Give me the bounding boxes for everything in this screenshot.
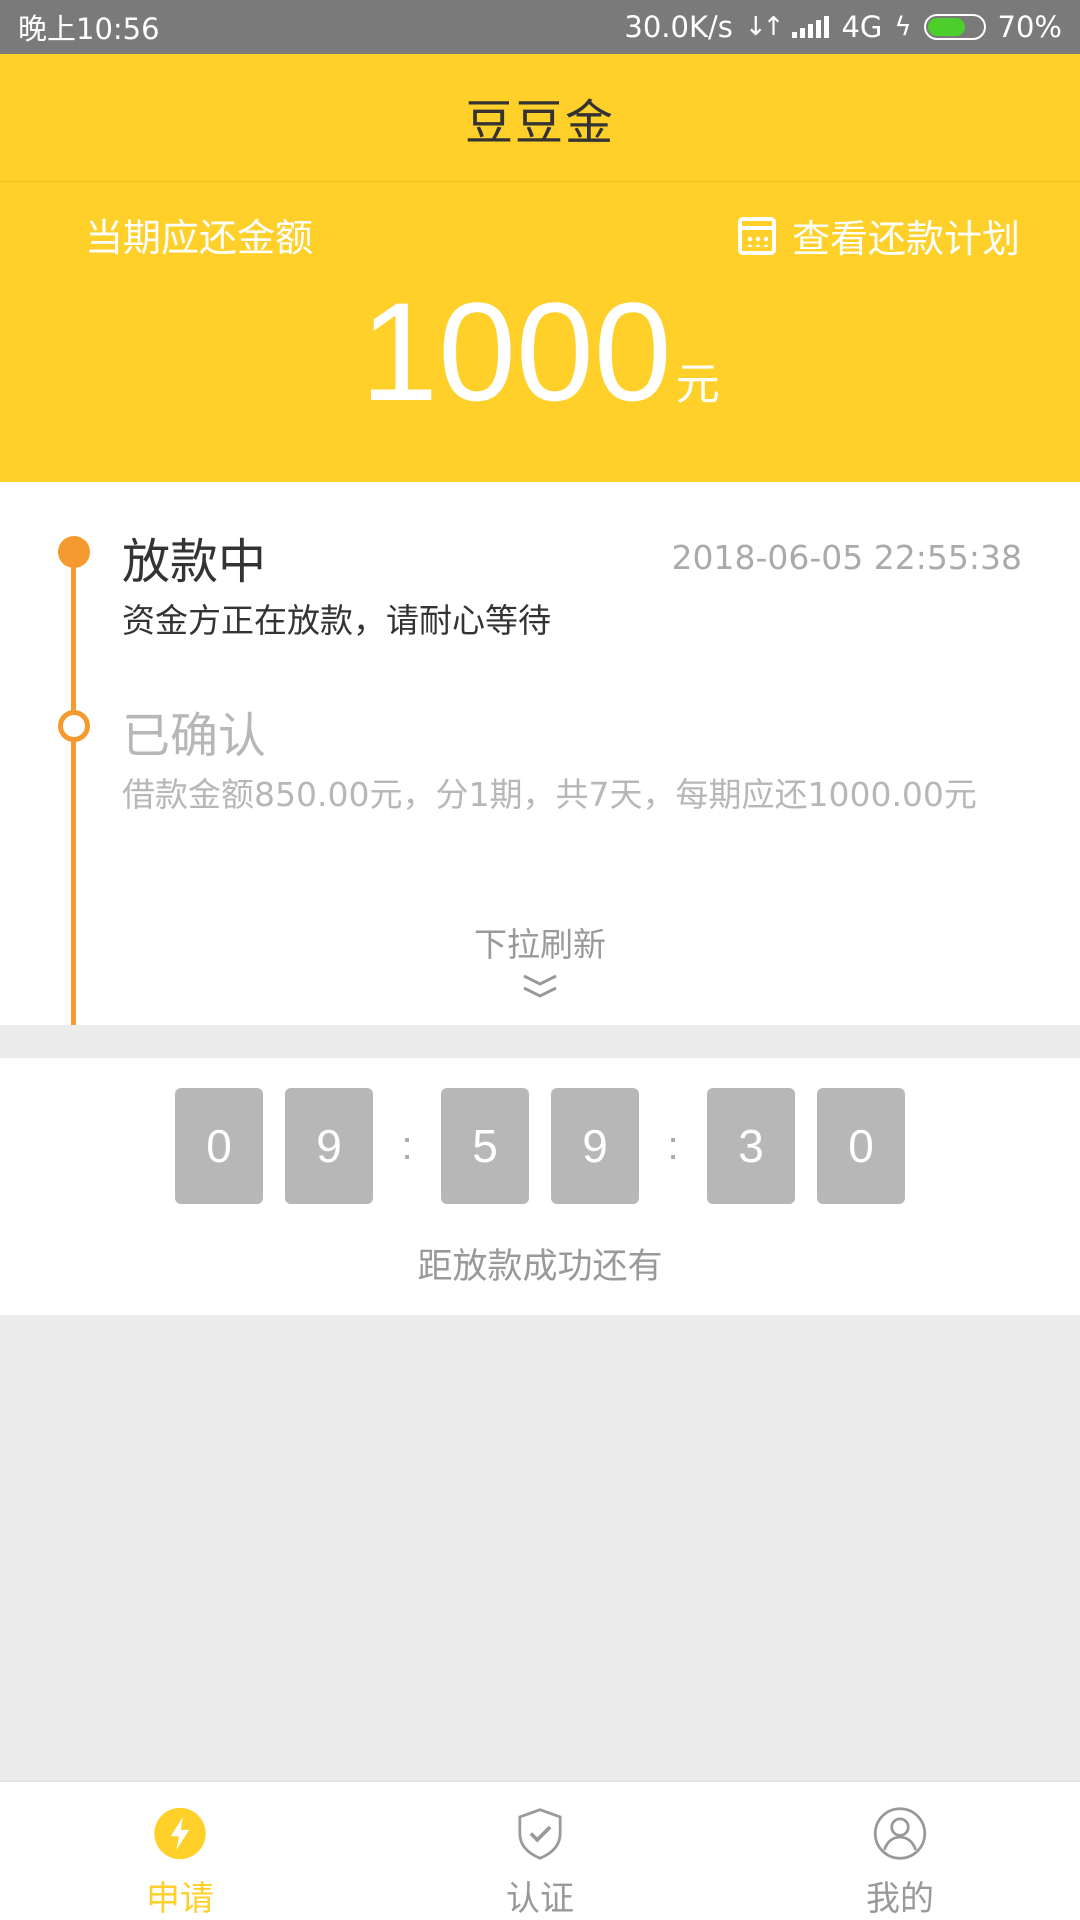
amount-unit: 元 [675, 359, 720, 410]
nav-label-mine: 我的 [866, 1879, 934, 1919]
countdown-separator: : [667, 1123, 679, 1168]
nav-item-verify[interactable]: 认证 [360, 1782, 720, 1920]
status-indicators: 30.0K/s ↓↑ 4G ϟ 70% [624, 10, 1062, 44]
status-time: 晚上10:56 [18, 12, 160, 46]
battery-percent: 70% [997, 10, 1062, 44]
countdown-digit: 5 [441, 1088, 529, 1204]
chevron-double-down-icon [523, 974, 557, 998]
battery-fill [927, 18, 966, 36]
countdown-digit: 0 [817, 1088, 905, 1204]
countdown-panel: 0 9 : 5 9 : 3 0 距放款成功还有 [0, 1058, 1080, 1315]
step-desc-disbursing: 资金方正在放款，请耐心等待 [122, 601, 551, 640]
nav-item-apply[interactable]: 申请 [0, 1782, 360, 1920]
signal-icon [792, 16, 830, 38]
app-header: 豆豆金 [0, 54, 1080, 182]
timeline-dot-done [58, 710, 90, 742]
countdown-digits: 0 9 : 5 9 : 3 0 [0, 1088, 1080, 1204]
countdown-label: 距放款成功还有 [417, 1247, 663, 1287]
repayment-amount-panel: 当期应还金额 查看还款计划 1000 元 [0, 182, 1080, 482]
countdown-digit: 3 [707, 1088, 795, 1204]
user-icon [873, 1807, 927, 1860]
lightning-icon [154, 1807, 206, 1860]
network-type: 4G [841, 10, 883, 44]
calendar-icon [737, 216, 776, 255]
countdown-digit: 0 [175, 1088, 263, 1204]
timeline-dot-active [58, 536, 90, 568]
network-speed: 30.0K/s [624, 10, 733, 44]
charging-icon: ϟ [894, 12, 912, 42]
amount-label: 当期应还金额 [85, 216, 314, 260]
step-title-confirmed: 已确认 [122, 708, 267, 764]
amount-value: 1000 [360, 273, 672, 430]
countdown-separator: : [401, 1123, 413, 1168]
bottom-nav: 申请 认证 我的 [0, 1780, 1080, 1920]
step-title-disbursing: 放款中 [122, 534, 267, 590]
step-timestamp: 2018-06-05 22:55:38 [671, 538, 1022, 577]
countdown-digit: 9 [551, 1088, 639, 1204]
view-repayment-plan-label: 查看还款计划 [791, 217, 1020, 261]
countdown-digit: 9 [285, 1088, 373, 1204]
status-bar: 晚上10:56 30.0K/s ↓↑ 4G ϟ 70% [0, 0, 1080, 54]
nav-label-apply: 申请 [146, 1879, 214, 1919]
view-repayment-plan-button[interactable]: 查看还款计划 [737, 208, 1020, 263]
battery-icon [923, 14, 986, 40]
data-transfer-icon: ↓↑ [744, 12, 785, 42]
step-desc-confirmed: 借款金额850.00元，分1期，共7天，每期应还1000.00元 [122, 775, 977, 814]
nav-label-verify: 认证 [506, 1879, 574, 1919]
page-title: 豆豆金 [464, 94, 615, 151]
pull-to-refresh-hint: 下拉刷新 [474, 925, 606, 964]
loan-status-timeline: 放款中 2018-06-05 22:55:38 资金方正在放款，请耐心等待 已确… [0, 482, 1080, 1025]
shield-check-icon [518, 1808, 562, 1860]
amount-display: 1000 元 [0, 282, 1080, 422]
nav-item-mine[interactable]: 我的 [720, 1782, 1080, 1920]
